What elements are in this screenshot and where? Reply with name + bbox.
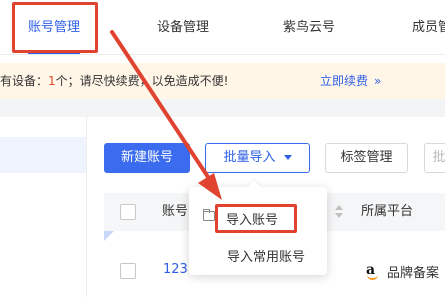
platform-cell: 品牌备案: [387, 266, 440, 281]
app-window: 账号管理 设备管理 紫鸟云号 成员管 有设备：1个；请尽快续费，以免造成不便! …: [0, 0, 445, 297]
annotation-box-tab: [12, 2, 98, 53]
section-gap: [0, 99, 445, 117]
account-name-link[interactable]: 123: [163, 262, 188, 277]
row-corner-marker: [104, 231, 114, 241]
tab-bar-divider: [0, 54, 445, 55]
double-chevron-right-icon: »: [374, 74, 381, 88]
bulk-import-button[interactable]: 批量导入: [205, 143, 310, 173]
tab-ziniao-cloud[interactable]: 紫鸟云号: [283, 0, 335, 55]
new-account-button[interactable]: 新建账号: [104, 143, 190, 173]
renewal-notice-bar: 有设备：1个；请尽快续费，以免造成不便! 立即续费 »: [0, 63, 445, 99]
tab-device-management-label: 设备管理: [157, 20, 210, 35]
bulk-import-label: 批量导入: [223, 150, 276, 165]
tab-member-management[interactable]: 成员管: [412, 0, 445, 55]
amazon-logo-icon: a: [366, 263, 380, 280]
sidebar-selected-item[interactable]: [0, 137, 86, 173]
tab-device-management[interactable]: 设备管理: [157, 0, 209, 55]
column-header-account[interactable]: 账号: [162, 193, 188, 231]
caret-down-icon: [283, 155, 292, 160]
renew-now-label: 立即续费: [320, 74, 369, 88]
folder-icon: [203, 209, 215, 221]
tab-ziniao-cloud-label: 紫鸟云号: [283, 20, 336, 35]
annotation-box-import-item: [215, 204, 297, 233]
row-checkbox[interactable]: [120, 263, 136, 279]
dropdown-arrow: [246, 179, 262, 195]
renew-now-link[interactable]: 立即续费 »: [320, 63, 381, 99]
import-common-account-item[interactable]: 导入常用账号: [227, 246, 305, 265]
tag-management-button[interactable]: 标签管理: [325, 143, 408, 173]
notice-prefix: 有设备：: [0, 74, 49, 88]
batch-action-button[interactable]: 批: [424, 143, 445, 173]
notice-device-count: 1: [48, 74, 56, 88]
renewal-notice-text: 有设备：1个；请尽快续费，以免造成不便!: [0, 63, 228, 99]
group-sidebar: [0, 117, 87, 297]
tab-member-management-label: 成员管: [412, 20, 445, 35]
column-header-platform[interactable]: 所属平台: [361, 193, 413, 231]
sort-icon[interactable]: [335, 205, 343, 219]
select-all-checkbox[interactable]: [120, 204, 136, 220]
notice-suffix: 个；请尽快续费，以免造成不便!: [55, 74, 229, 88]
